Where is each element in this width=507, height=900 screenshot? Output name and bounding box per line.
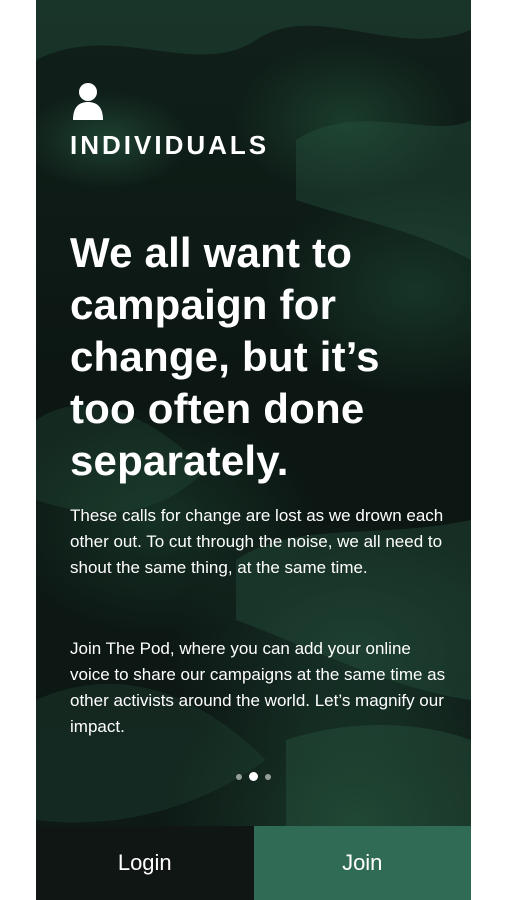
brand-name: INDIVIDUALS xyxy=(70,130,270,160)
page-dot[interactable] xyxy=(265,773,271,780)
app-screen: INDIVIDUALS We all want to campaign for … xyxy=(36,0,471,900)
headline: We all want to campaign for change, but … xyxy=(70,229,380,484)
carousel-pagination xyxy=(36,772,471,781)
page-dot-active[interactable] xyxy=(249,772,258,781)
person-icon xyxy=(70,82,106,120)
auth-buttons-bar: Login Join xyxy=(36,826,471,900)
page-dot[interactable] xyxy=(236,773,242,780)
join-button[interactable]: Join xyxy=(253,826,471,900)
login-button[interactable]: Login xyxy=(36,826,254,900)
onboarding-content: INDIVIDUALS We all want to campaign for … xyxy=(36,0,471,900)
join-paragraph: Join The Pod, where you can add your onl… xyxy=(70,639,446,736)
intro-paragraph: These calls for change are lost as we dr… xyxy=(70,506,444,577)
